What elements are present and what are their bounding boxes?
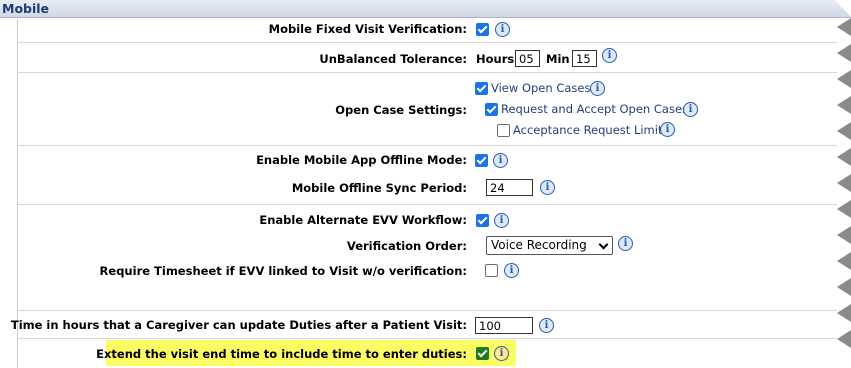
side-arrow-icon — [837, 174, 851, 192]
info-icon[interactable]: i — [590, 81, 605, 96]
verification-order-label: Verification Order: — [346, 239, 467, 253]
verification-order-value: Voice Recording — [491, 238, 587, 252]
extend-end-label: Extend the visit end time to include tim… — [96, 347, 467, 361]
request-accept-label[interactable]: Request and Accept Open Cases — [501, 102, 688, 116]
duties-hours-label: Time in hours that a Caregiver can updat… — [10, 318, 467, 332]
header-corner — [835, 0, 851, 17]
row-divider — [17, 42, 837, 43]
info-icon[interactable]: i — [539, 318, 554, 333]
side-arrow-icon — [837, 278, 851, 296]
hours-input[interactable] — [515, 50, 540, 67]
side-arrow-icon — [837, 252, 851, 270]
chevron-down-icon — [598, 239, 609, 250]
side-arrow-icon — [837, 200, 851, 218]
row-divider — [17, 310, 837, 311]
view-open-cases-checkbox[interactable] — [475, 82, 488, 95]
side-arrow-icon — [837, 18, 851, 36]
side-arrow-icon — [837, 122, 851, 140]
verification-order-select[interactable]: Voice Recording — [486, 236, 613, 255]
info-icon[interactable]: i — [618, 236, 633, 251]
side-arrow-icon — [837, 330, 851, 348]
section-title: Mobile — [2, 1, 50, 16]
info-icon[interactable]: i — [683, 102, 698, 117]
require-timesheet-label: Require Timesheet if EVV linked to Visit… — [99, 264, 467, 278]
side-arrow-icon — [837, 44, 851, 62]
acceptance-limit-checkbox[interactable] — [497, 124, 510, 137]
info-icon[interactable]: i — [494, 213, 509, 228]
acceptance-limit-label[interactable]: Acceptance Request Limit — [513, 123, 662, 137]
fixed-visit-checkbox[interactable] — [476, 23, 489, 36]
extend-end-checkbox[interactable] — [476, 347, 489, 360]
unbalanced-label: UnBalanced Tolerance: — [319, 52, 467, 66]
info-icon[interactable]: i — [494, 346, 509, 361]
offline-mode-label: Enable Mobile App Offline Mode: — [256, 153, 467, 167]
row-divider — [17, 145, 837, 146]
info-icon[interactable]: i — [495, 22, 510, 37]
section-header: Mobile — [0, 0, 851, 18]
min-input[interactable] — [572, 50, 597, 67]
side-arrow-icon — [837, 70, 851, 88]
duties-hours-input[interactable] — [475, 317, 533, 334]
side-arrow-icon — [837, 226, 851, 244]
offline-mode-checkbox[interactable] — [475, 154, 488, 167]
require-timesheet-checkbox[interactable] — [485, 264, 498, 277]
side-arrow-icon — [837, 148, 851, 166]
row-divider — [17, 72, 837, 73]
info-icon[interactable]: i — [602, 48, 617, 63]
side-arrow-icon — [837, 304, 851, 322]
fixed-visit-label: Mobile Fixed Visit Verification: — [268, 22, 467, 36]
request-accept-checkbox[interactable] — [485, 103, 498, 116]
alt-evv-label: Enable Alternate EVV Workflow: — [259, 213, 467, 227]
view-open-cases-label[interactable]: View Open Cases — [491, 81, 590, 95]
row-divider — [17, 338, 837, 339]
info-icon[interactable]: i — [660, 122, 675, 137]
hours-label: Hours — [476, 52, 515, 66]
info-icon[interactable]: i — [540, 180, 555, 195]
info-icon[interactable]: i — [504, 263, 519, 278]
sync-period-label: Mobile Offline Sync Period: — [291, 181, 467, 195]
side-arrow-icon — [837, 96, 851, 114]
sync-period-input[interactable] — [486, 179, 533, 196]
info-icon[interactable]: i — [493, 153, 508, 168]
panel-border — [17, 17, 18, 368]
open-case-label: Open Case Settings: — [335, 103, 467, 117]
row-divider — [17, 204, 837, 205]
min-label: Min — [546, 52, 570, 66]
alt-evv-checkbox[interactable] — [476, 214, 489, 227]
